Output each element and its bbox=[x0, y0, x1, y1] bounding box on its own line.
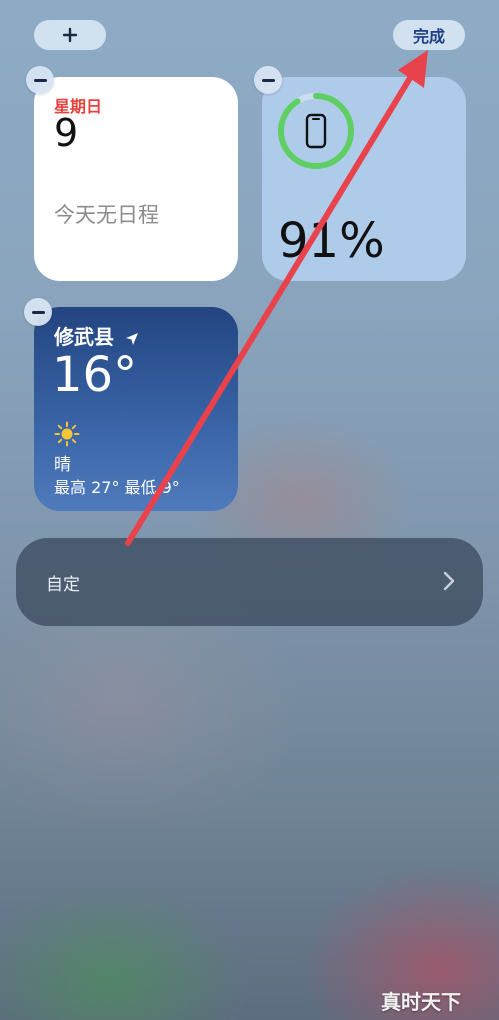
plus-icon bbox=[62, 27, 78, 43]
phone-icon bbox=[305, 113, 327, 149]
sun-icon bbox=[54, 421, 80, 447]
remove-battery-widget-button[interactable] bbox=[254, 66, 282, 94]
weather-high-low: 最高 27° 最低 9° bbox=[54, 478, 180, 497]
watermark-text: 真时天下 bbox=[381, 990, 461, 1014]
weather-city: 修武县 bbox=[54, 321, 139, 350]
calendar-widget[interactable]: 星期日 9 今天无日程 bbox=[34, 77, 238, 281]
location-arrow-icon bbox=[125, 332, 138, 345]
weather-widget[interactable]: 修武县 16° 晴 最高 27° 最低 9° bbox=[34, 307, 238, 511]
add-widget-button[interactable] bbox=[34, 20, 106, 50]
battery-ring bbox=[278, 93, 354, 169]
calendar-no-events-text: 今天无日程 bbox=[54, 203, 159, 227]
customize-button[interactable]: 自定 bbox=[16, 538, 483, 626]
remove-calendar-widget-button[interactable] bbox=[26, 66, 54, 94]
battery-widget[interactable]: 91% bbox=[262, 77, 466, 281]
calendar-day-number: 9 bbox=[54, 111, 79, 155]
done-button[interactable]: 完成 bbox=[393, 20, 465, 50]
weather-condition: 晴 bbox=[54, 455, 71, 475]
customize-label: 自定 bbox=[46, 575, 80, 595]
remove-weather-widget-button[interactable] bbox=[24, 298, 52, 326]
chevron-right-icon bbox=[443, 571, 455, 591]
weather-temperature: 16° bbox=[52, 347, 138, 403]
battery-percent: 91% bbox=[278, 213, 385, 269]
